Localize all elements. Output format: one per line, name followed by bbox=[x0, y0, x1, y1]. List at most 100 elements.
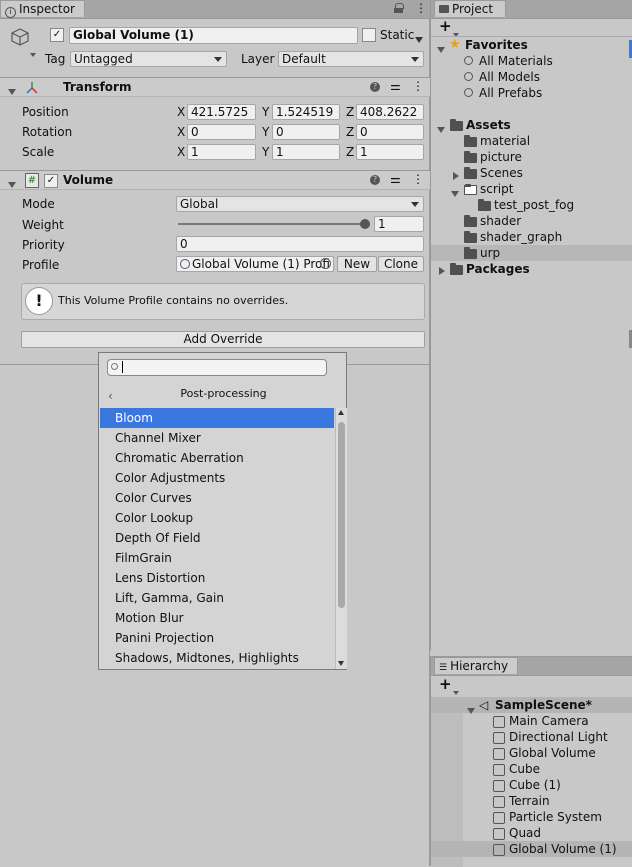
assets-expand-icon[interactable] bbox=[437, 122, 445, 136]
tab-inspector[interactable]: i Inspector bbox=[0, 0, 85, 18]
object-name-field[interactable]: Global Volume (1) bbox=[69, 27, 358, 44]
static-dropdown-arrow[interactable] bbox=[415, 32, 423, 46]
hierarchy-item-directional-light[interactable]: Directional Light bbox=[509, 729, 608, 745]
popup-item-color-adjustments[interactable]: Color Adjustments bbox=[100, 468, 334, 488]
rotation-x-label[interactable]: X bbox=[177, 124, 185, 140]
folder-shader[interactable]: shader bbox=[480, 213, 521, 229]
hierarchy-item-terrain[interactable]: Terrain bbox=[509, 793, 550, 809]
popup-item-bloom[interactable]: Bloom bbox=[100, 408, 334, 428]
assets-label[interactable]: Assets bbox=[466, 117, 511, 133]
new-profile-button[interactable]: New bbox=[337, 256, 377, 272]
folder-script[interactable]: script bbox=[480, 181, 513, 197]
scroll-down-icon[interactable] bbox=[338, 661, 344, 666]
scrollbar-thumb[interactable] bbox=[338, 422, 345, 608]
popup-item-shadows-midtones-highlights[interactable]: Shadows, Midtones, Highlights bbox=[100, 648, 334, 668]
position-y-label[interactable]: Y bbox=[262, 104, 269, 120]
help-icon[interactable]: ? bbox=[370, 82, 380, 92]
rotation-y-label[interactable]: Y bbox=[262, 124, 269, 140]
popup-item-color-lookup[interactable]: Color Lookup bbox=[100, 508, 334, 528]
popup-item-lens-distortion[interactable]: Lens Distortion bbox=[100, 568, 334, 588]
popup-item-channel-mixer[interactable]: Channel Mixer bbox=[100, 428, 334, 448]
tag-dropdown[interactable]: Untagged bbox=[70, 51, 227, 67]
folder-material[interactable]: material bbox=[480, 133, 530, 149]
rotation-z-field[interactable]: 0 bbox=[356, 124, 424, 140]
popup-item-chromatic-aberration[interactable]: Chromatic Aberration bbox=[100, 448, 334, 468]
add-override-button[interactable]: Add Override bbox=[21, 331, 425, 348]
component-menu-icon[interactable]: ⋮ bbox=[412, 79, 424, 93]
popup-search-input[interactable] bbox=[107, 359, 327, 376]
popup-item-panini-projection[interactable]: Panini Projection bbox=[100, 628, 334, 648]
transform-header[interactable]: Transform ? ⚌ ⋮ bbox=[0, 77, 430, 97]
hierarchy-item-global-volume-1[interactable]: Global Volume (1) bbox=[509, 841, 617, 857]
collapse-arrow-icon[interactable] bbox=[8, 84, 16, 98]
weight-slider-track[interactable] bbox=[178, 223, 368, 225]
rotation-z-label[interactable]: Z bbox=[346, 124, 354, 140]
clone-profile-button[interactable]: Clone bbox=[378, 256, 424, 272]
scale-z-label[interactable]: Z bbox=[346, 144, 354, 160]
folder-scenes[interactable]: Scenes bbox=[480, 165, 523, 181]
scale-x-label[interactable]: X bbox=[177, 144, 185, 160]
priority-field[interactable]: 0 bbox=[176, 236, 424, 252]
popup-item-depth-of-field[interactable]: Depth Of Field bbox=[100, 528, 334, 548]
tab-project[interactable]: Project bbox=[434, 0, 506, 17]
folder-test-post-fog[interactable]: test_post_fog bbox=[494, 197, 574, 213]
popup-scrollbar[interactable] bbox=[335, 408, 347, 669]
more-menu-icon[interactable]: ⋮ bbox=[415, 1, 427, 15]
scale-y-field[interactable]: 1 bbox=[272, 144, 340, 160]
popup-item-filmgrain[interactable]: FilmGrain bbox=[100, 548, 334, 568]
volume-header[interactable]: # ✓ Volume ? ⚌ ⋮ bbox=[0, 170, 430, 190]
folder-urp[interactable]: urp bbox=[480, 245, 500, 261]
collapse-arrow-icon[interactable] bbox=[451, 186, 459, 200]
folder-shader-graph[interactable]: shader_graph bbox=[480, 229, 562, 245]
popup-item-lift-gamma-gain[interactable]: Lift, Gamma, Gain bbox=[100, 588, 334, 608]
favorite-all-prefabs[interactable]: All Prefabs bbox=[479, 85, 542, 101]
preset-icon[interactable]: ⚌ bbox=[390, 79, 401, 93]
position-y-field[interactable]: 1.524519 bbox=[272, 104, 340, 120]
favorite-all-materials[interactable]: All Materials bbox=[479, 53, 553, 69]
weight-slider-handle[interactable] bbox=[360, 219, 370, 229]
position-z-field[interactable]: 408.2622 bbox=[356, 104, 424, 120]
weight-field[interactable]: 1 bbox=[374, 216, 424, 232]
scene-name[interactable]: SampleScene* bbox=[495, 697, 592, 713]
hierarchy-item-main-camera[interactable]: Main Camera bbox=[509, 713, 589, 729]
mode-dropdown[interactable]: Global bbox=[176, 196, 424, 212]
create-plus-icon[interactable]: + bbox=[439, 675, 452, 693]
static-checkbox[interactable] bbox=[362, 28, 376, 42]
hierarchy-item-quad[interactable]: Quad bbox=[509, 825, 541, 841]
position-x-field[interactable]: 421.5725 bbox=[187, 104, 256, 120]
create-plus-icon[interactable]: + bbox=[439, 17, 452, 35]
gameobject-icon-arrow[interactable] bbox=[30, 46, 36, 60]
expand-arrow-icon[interactable] bbox=[453, 169, 459, 183]
component-menu-icon[interactable]: ⋮ bbox=[412, 172, 424, 186]
collapse-arrow-icon[interactable] bbox=[8, 177, 16, 191]
popup-item-motion-blur[interactable]: Motion Blur bbox=[100, 608, 334, 628]
folder-picture[interactable]: picture bbox=[480, 149, 522, 165]
volume-enabled-checkbox[interactable]: ✓ bbox=[44, 174, 58, 188]
position-z-label[interactable]: Z bbox=[346, 104, 354, 120]
hierarchy-item-cube[interactable]: Cube bbox=[509, 761, 540, 777]
hierarchy-item-global-volume[interactable]: Global Volume bbox=[509, 745, 596, 761]
rotation-x-field[interactable]: 0 bbox=[187, 124, 256, 140]
rotation-y-field[interactable]: 0 bbox=[272, 124, 340, 140]
favorites-expand-icon[interactable] bbox=[437, 42, 445, 56]
hierarchy-item-particle-system[interactable]: Particle System bbox=[509, 809, 602, 825]
packages-expand-icon[interactable] bbox=[439, 264, 445, 278]
help-icon[interactable]: ? bbox=[370, 175, 380, 185]
packages-label[interactable]: Packages bbox=[466, 261, 530, 277]
object-picker-icon[interactable] bbox=[320, 258, 331, 269]
scene-collapse-icon[interactable] bbox=[467, 703, 475, 717]
favorite-all-models[interactable]: All Models bbox=[479, 69, 540, 85]
scale-y-label[interactable]: Y bbox=[262, 144, 269, 160]
scale-z-field[interactable]: 1 bbox=[356, 144, 424, 160]
layer-dropdown[interactable]: Default bbox=[278, 51, 424, 67]
scroll-up-icon[interactable] bbox=[338, 410, 344, 415]
preset-icon[interactable]: ⚌ bbox=[390, 172, 401, 186]
hierarchy-item-cube-1[interactable]: Cube (1) bbox=[509, 777, 561, 793]
active-checkbox[interactable]: ✓ bbox=[50, 28, 64, 42]
position-x-label[interactable]: X bbox=[177, 104, 185, 120]
scale-x-field[interactable]: 1 bbox=[187, 144, 256, 160]
popup-item-color-curves[interactable]: Color Curves bbox=[100, 488, 334, 508]
favorites-label[interactable]: Favorites bbox=[465, 37, 528, 53]
create-dropdown-icon[interactable] bbox=[453, 684, 459, 698]
profile-field[interactable]: Global Volume (1) Profi bbox=[176, 256, 334, 272]
